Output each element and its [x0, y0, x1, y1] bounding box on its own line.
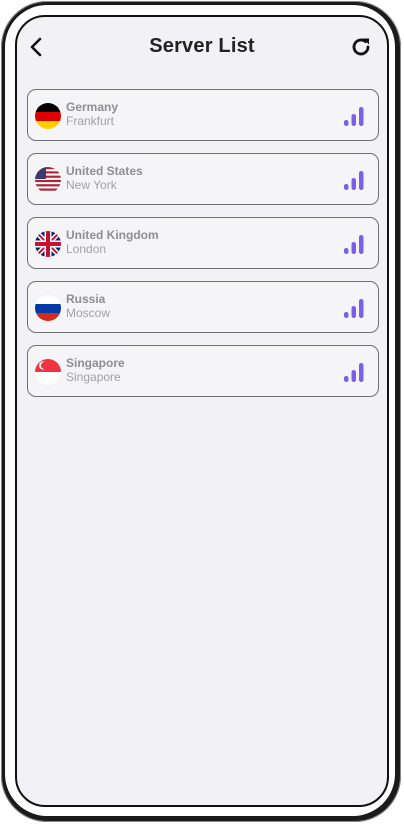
page-title: Server List: [149, 35, 255, 57]
server-country: Singapore: [66, 356, 125, 370]
server-city: Moscow: [66, 306, 111, 320]
server-city: London: [66, 242, 107, 256]
signal-strength-icon: [344, 363, 364, 382]
server-country: United Kingdom: [66, 228, 159, 242]
signal-strength-icon: [344, 235, 364, 254]
server-item-russia[interactable]: Russia Moscow: [27, 281, 379, 333]
server-country: Germany: [66, 100, 119, 114]
refresh-icon[interactable]: [349, 35, 373, 59]
server-item-germany[interactable]: Germany Frankfurt: [27, 89, 379, 141]
screen: Server List Germany Frankfurt United Sta…: [15, 15, 389, 807]
server-city: New York: [66, 178, 117, 192]
singapore-flag-icon: [34, 358, 62, 386]
signal-strength-icon: [344, 107, 364, 126]
server-item-united-kingdom[interactable]: United Kingdom London: [27, 217, 379, 269]
server-country: Russia: [66, 292, 106, 306]
uk-flag-icon: [34, 230, 62, 258]
signal-strength-icon: [344, 299, 364, 318]
russia-flag-icon: [34, 294, 62, 322]
signal-strength-icon: [344, 171, 364, 190]
server-city: Frankfurt: [66, 114, 115, 128]
server-item-singapore[interactable]: Singapore Singapore: [27, 345, 379, 397]
server-item-united-states[interactable]: United States New York: [27, 153, 379, 205]
germany-flag-icon: [34, 102, 62, 130]
header: Server List: [17, 31, 387, 65]
server-city: Singapore: [66, 370, 121, 384]
server-list: Germany Frankfurt United States New York…: [27, 89, 379, 409]
usa-flag-icon: [34, 166, 62, 194]
server-country: United States: [66, 164, 143, 178]
